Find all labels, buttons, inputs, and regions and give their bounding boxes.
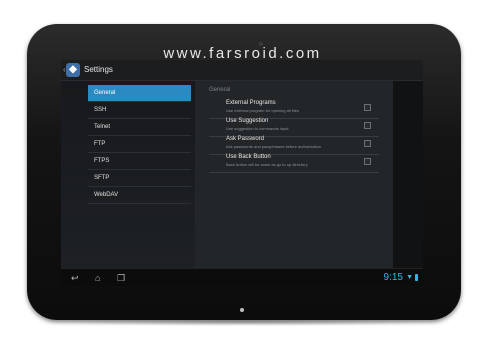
wifi-icon: ▼: [406, 274, 413, 281]
action-bar-title: Settings: [84, 65, 113, 74]
home-indicator-dot: [240, 308, 244, 312]
pref-subtitle: Use suggestion to commands input: [226, 126, 289, 131]
right-edge-panel: [393, 81, 423, 268]
pref-title: Use Suggestion: [226, 118, 269, 124]
device-screen: ‹ ◆ Settings General SSH Telnet FTP FTPS…: [61, 60, 423, 286]
battery-icon: [415, 274, 418, 281]
recent-apps-icon[interactable]: ❐: [117, 271, 125, 285]
nav-item-ftps[interactable]: FTPS: [88, 153, 191, 170]
pref-subtitle: Ask passwords and passphrases before aut…: [226, 144, 321, 149]
nav-item-ftp[interactable]: FTP: [88, 136, 191, 153]
pref-title: Ask Password: [226, 136, 265, 142]
settings-detail-pane: General External Programs Use external p…: [195, 81, 393, 268]
pref-use-suggestion[interactable]: Use Suggestion Use suggestion to command…: [209, 118, 379, 137]
checkbox[interactable]: [364, 140, 371, 147]
home-icon[interactable]: ⌂: [95, 271, 100, 285]
pref-title: External Programs: [226, 100, 276, 106]
app-icon[interactable]: ◆: [66, 63, 80, 77]
pref-external-programs[interactable]: External Programs Use external program f…: [209, 100, 379, 119]
nav-item-general[interactable]: General: [88, 85, 191, 102]
nav-item-telnet[interactable]: Telnet: [88, 119, 191, 136]
pref-use-back-button[interactable]: Use Back Button Back button will be same…: [209, 154, 379, 173]
pref-ask-password[interactable]: Ask Password Ask passwords and passphras…: [209, 136, 379, 155]
status-clock: 9:15: [383, 272, 403, 283]
settings-nav-list: General SSH Telnet FTP FTPS SFTP WebDAV: [88, 85, 192, 265]
pref-subtitle: Back button will be same as go to up dir…: [226, 162, 308, 167]
checkbox[interactable]: [364, 104, 371, 111]
checkbox[interactable]: [364, 122, 371, 129]
settings-content: General SSH Telnet FTP FTPS SFTP WebDAV …: [61, 81, 423, 268]
system-nav-bar: ↩ ⌂ ❐ 9:15 ▼: [61, 268, 423, 286]
nav-item-sftp[interactable]: SFTP: [88, 170, 191, 187]
back-icon[interactable]: ↩: [71, 271, 79, 285]
section-header: General: [209, 87, 231, 93]
nav-item-ssh[interactable]: SSH: [88, 102, 191, 119]
pref-subtitle: Use external program for opening all fil…: [226, 108, 299, 113]
checkbox[interactable]: [364, 158, 371, 165]
nav-item-webdav[interactable]: WebDAV: [88, 187, 191, 204]
action-bar: ‹ ◆ Settings: [61, 60, 423, 81]
pref-title: Use Back Button: [226, 154, 271, 160]
